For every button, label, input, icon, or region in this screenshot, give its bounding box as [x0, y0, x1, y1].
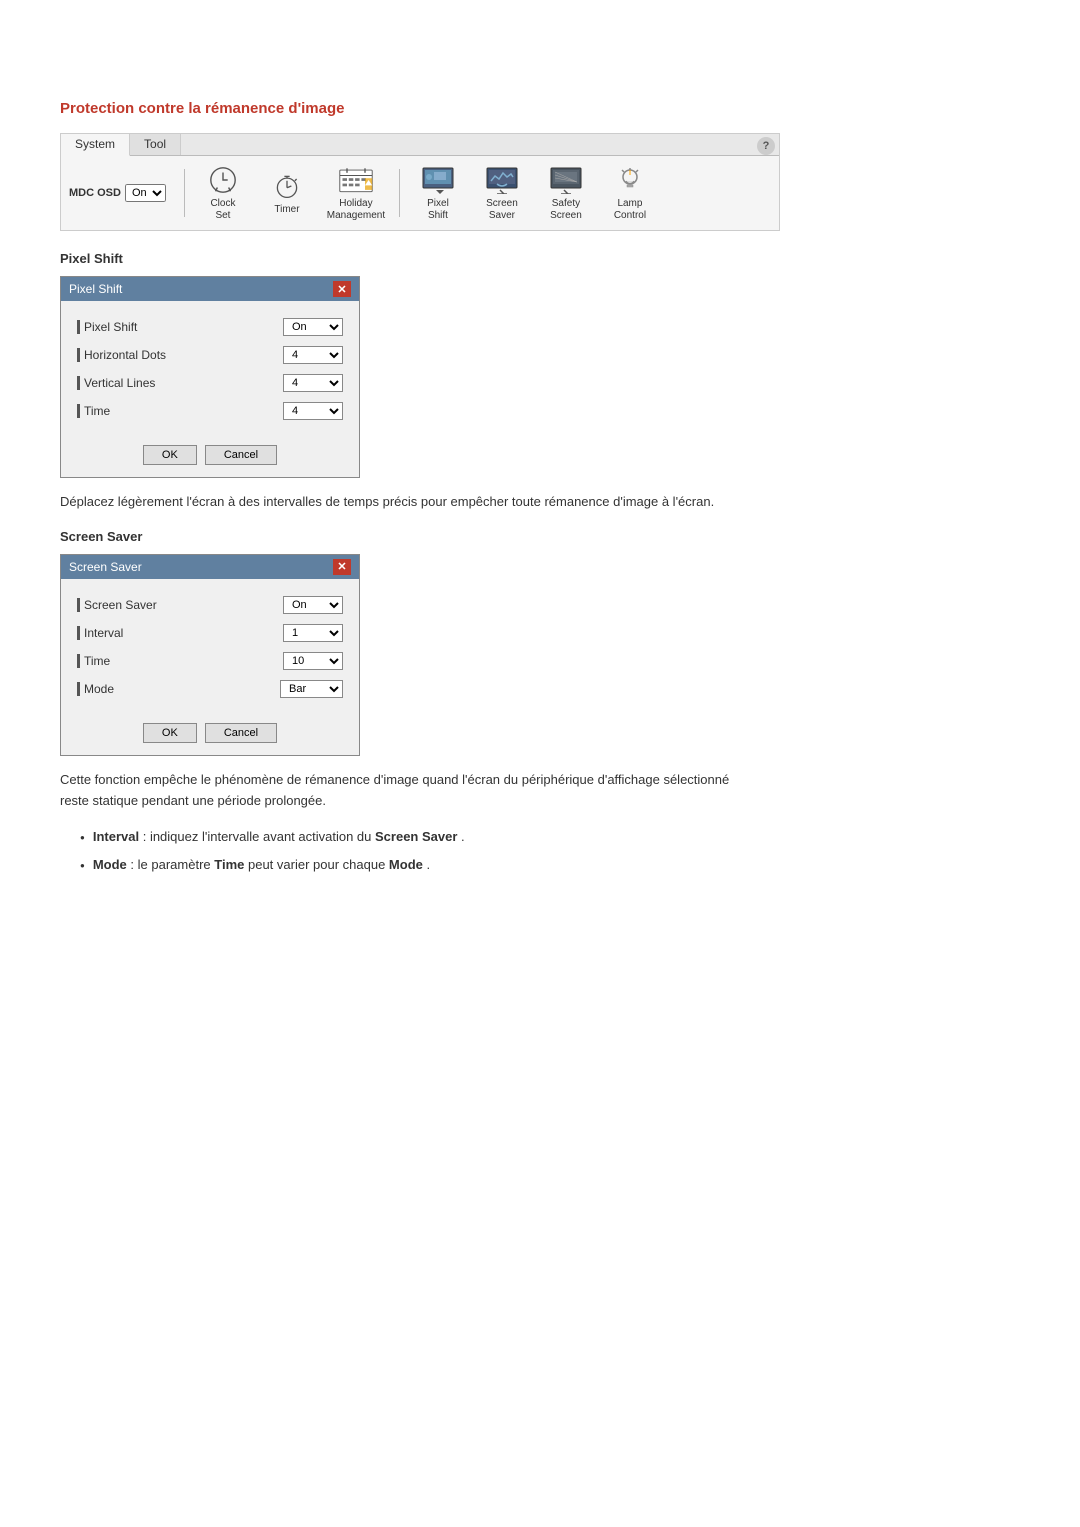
screen-saver-ok-button[interactable]: OK	[143, 723, 197, 743]
clock-icon	[205, 164, 241, 196]
toolbar-label-lamp-control: LampControl	[614, 198, 646, 222]
screen-saver-bold: Screen Saver	[375, 829, 457, 844]
toolbar-item-clock-set[interactable]: ClockSet	[193, 162, 253, 224]
pixel-shift-cancel-button[interactable]: Cancel	[205, 445, 277, 465]
toolbar-label-holiday: HolidayManagement	[327, 198, 385, 222]
mdc-osd-label: MDC OSD	[69, 187, 121, 199]
screen-saver-icon	[484, 164, 520, 196]
help-icon[interactable]: ?	[757, 137, 775, 155]
pixel-shift-close-button[interactable]: ✕	[333, 281, 351, 297]
toolbar-container: System Tool ? MDC OSD On Off ClockSet	[60, 133, 780, 231]
toolbar-body: MDC OSD On Off ClockSet	[61, 156, 779, 230]
bar-indicator-ss4	[77, 682, 80, 696]
toolbar-label-timer: Timer	[274, 204, 299, 216]
interval-select[interactable]: 1 2 5	[283, 624, 343, 642]
screen-saver-dialog: Screen Saver ✕ Screen Saver On Off Inter…	[60, 554, 360, 756]
dialog-row-pixel-shift: Pixel Shift On Off	[77, 313, 343, 341]
screen-saver-cancel-button[interactable]: Cancel	[205, 723, 277, 743]
toolbar-label-clock-set: ClockSet	[210, 198, 235, 222]
bullet-dot-2: ●	[80, 860, 85, 872]
toolbar-item-holiday[interactable]: HolidayManagement	[321, 162, 391, 224]
screen-saver-select[interactable]: On Off	[283, 596, 343, 614]
toolbar-item-pixel-shift[interactable]: PixelShift	[408, 162, 468, 224]
vertical-lines-select[interactable]: 4 1 2 3	[283, 374, 343, 392]
mode-label: Mode	[77, 682, 114, 696]
dialog-row-interval: Interval 1 2 5	[77, 619, 343, 647]
toolbar-tabs: System Tool ?	[61, 134, 779, 156]
tab-tool[interactable]: Tool	[130, 134, 181, 155]
time-bold: Time	[214, 857, 244, 872]
interval-label: Interval	[77, 626, 123, 640]
bullet-item-interval: ● Interval : indiquez l'intervalle avant…	[80, 827, 1020, 847]
time-select-pixel[interactable]: 4 1 2 3	[283, 402, 343, 420]
toolbar-separator-1	[184, 169, 185, 217]
pixel-shift-description: Déplacez légèrement l'écran à des interv…	[60, 492, 760, 513]
toolbar-mdc-osd: MDC OSD On Off	[69, 184, 166, 202]
screen-saver-row-label: Screen Saver	[77, 598, 157, 612]
pixel-shift-section-header: Pixel Shift	[60, 251, 1020, 266]
screen-saver-dialog-body: Screen Saver On Off Interval 1 2 5 Time	[61, 579, 359, 715]
bullet-text-interval: Interval : indiquez l'intervalle avant a…	[93, 827, 465, 847]
pixel-shift-ok-button[interactable]: OK	[143, 445, 197, 465]
pixel-shift-icon	[420, 164, 456, 196]
toolbar-item-lamp-control[interactable]: LampControl	[600, 162, 660, 224]
screen-saver-description: Cette fonction empêche le phénomène de r…	[60, 770, 760, 812]
bar-indicator-ss3	[77, 654, 80, 668]
horizontal-dots-select[interactable]: 4 1 2 3	[283, 346, 343, 364]
screen-saver-close-button[interactable]: ✕	[333, 559, 351, 575]
dialog-row-screen-saver: Screen Saver On Off	[77, 591, 343, 619]
mode-bold: Mode	[93, 857, 127, 872]
pixel-shift-dialog-body: Pixel Shift On Off Horizontal Dots 4 1 2…	[61, 301, 359, 437]
pixel-shift-dialog-titlebar: Pixel Shift ✕	[61, 277, 359, 301]
bullet-item-mode: ● Mode : le paramètre Time peut varier p…	[80, 855, 1020, 875]
interval-bold: Interval	[93, 829, 139, 844]
horizontal-dots-label: Horizontal Dots	[77, 348, 166, 362]
pixel-shift-dialog: Pixel Shift ✕ Pixel Shift On Off Horizon…	[60, 276, 360, 478]
mdc-osd-select[interactable]: On Off	[125, 184, 166, 202]
bar-indicator-4	[77, 404, 80, 418]
time-label-ss: Time	[77, 654, 110, 668]
bar-indicator-2	[77, 348, 80, 362]
screen-saver-dialog-footer: OK Cancel	[61, 715, 359, 755]
bar-indicator-1	[77, 320, 80, 334]
screen-saver-dialog-title: Screen Saver	[69, 560, 142, 574]
pixel-shift-dialog-footer: OK Cancel	[61, 437, 359, 477]
screen-saver-dialog-titlebar: Screen Saver ✕	[61, 555, 359, 579]
pixel-shift-select[interactable]: On Off	[283, 318, 343, 336]
mode-select[interactable]: Bar Eraser Pixel	[280, 680, 343, 698]
time-select-ss[interactable]: 10 5 15 20	[283, 652, 343, 670]
dialog-row-mode: Mode Bar Eraser Pixel	[77, 675, 343, 703]
dialog-row-vertical-lines: Vertical Lines 4 1 2 3	[77, 369, 343, 397]
toolbar-separator-2	[399, 169, 400, 217]
bar-indicator-ss1	[77, 598, 80, 612]
screen-saver-section-header: Screen Saver	[60, 529, 1020, 544]
dialog-row-time-ss: Time 10 5 15 20	[77, 647, 343, 675]
pixel-shift-dialog-title: Pixel Shift	[69, 282, 122, 296]
lamp-control-icon	[612, 164, 648, 196]
toolbar-label-screen-saver: ScreenSaver	[486, 198, 518, 222]
timer-icon	[269, 170, 305, 202]
page-title: Protection contre la rémanence d'image	[60, 100, 1020, 117]
mode-bold-2: Mode	[389, 857, 423, 872]
bar-indicator-ss2	[77, 626, 80, 640]
time-label-pixel: Time	[77, 404, 110, 418]
toolbar-label-safety-screen: SafetyScreen	[550, 198, 582, 222]
bar-indicator-3	[77, 376, 80, 390]
safety-screen-icon	[548, 164, 584, 196]
toolbar-item-screen-saver[interactable]: ScreenSaver	[472, 162, 532, 224]
pixel-shift-label: Pixel Shift	[77, 320, 137, 334]
toolbar-item-safety-screen[interactable]: SafetyScreen	[536, 162, 596, 224]
dialog-row-time: Time 4 1 2 3	[77, 397, 343, 425]
tab-system[interactable]: System	[61, 134, 130, 156]
bullet-dot-1: ●	[80, 832, 85, 844]
bullet-text-mode: Mode : le paramètre Time peut varier pou…	[93, 855, 430, 875]
toolbar-item-timer[interactable]: Timer	[257, 168, 317, 218]
vertical-lines-label: Vertical Lines	[77, 376, 155, 390]
dialog-row-horizontal-dots: Horizontal Dots 4 1 2 3	[77, 341, 343, 369]
toolbar-label-pixel-shift: PixelShift	[427, 198, 449, 222]
bullet-list: ● Interval : indiquez l'intervalle avant…	[80, 827, 1020, 874]
holiday-icon	[338, 164, 374, 196]
